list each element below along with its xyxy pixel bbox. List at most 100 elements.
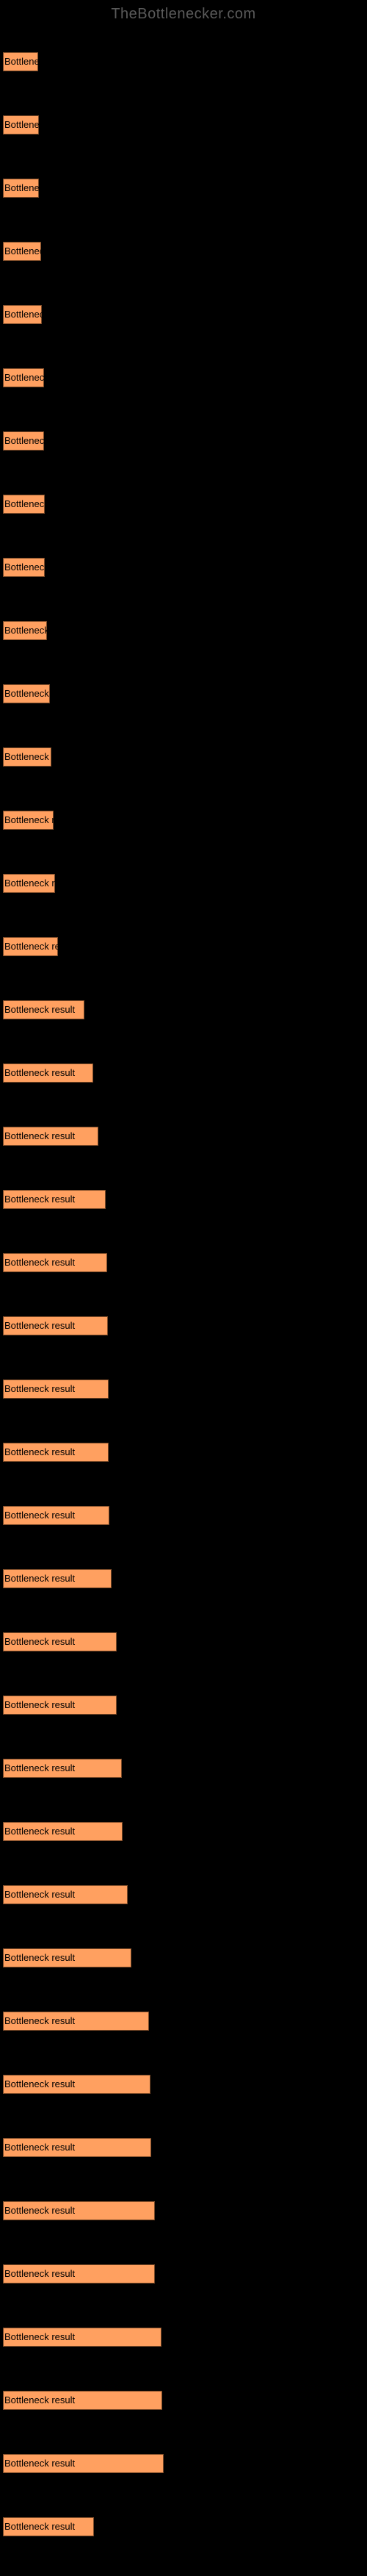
bar-text: Bottleneck result	[3, 1759, 122, 1778]
bar-text: Bottleneck result	[3, 811, 54, 830]
value-label: 28.9	[110, 1253, 128, 1272]
row-category-label: AMD Radeon RX 7800 XT	[3, 1613, 116, 1632]
value-label: 25.2	[97, 2517, 115, 2536]
chart-row: AMD Radeon RX 6800Bottleneck result31.5	[3, 1676, 364, 1729]
value-label: 30	[115, 1569, 125, 1588]
bar-text: Bottleneck result	[3, 621, 47, 640]
value-label: 14.4	[58, 874, 76, 893]
value-label: 9.7	[41, 52, 54, 71]
bar-text: Bottleneck result	[3, 368, 44, 387]
value-label: 10	[42, 179, 52, 198]
row-category-label: NVIDIA GeForce RTX 2080 SUPER	[3, 1297, 156, 1316]
value-label: 10	[42, 115, 52, 134]
row-category-label: NVIDIA RTX A6000	[3, 2435, 87, 2454]
value-label: 42	[158, 2201, 168, 2220]
chart-row: NVIDIA GeForce RTX 3070Bottleneck result…	[3, 728, 364, 781]
row-category-label: NVIDIA RTX A4500	[3, 981, 87, 1000]
chart-row: NVIDIA RTX A6000Bottleneck result44.5	[3, 2435, 364, 2488]
bar-text: Bottleneck result	[3, 2264, 155, 2283]
value-label: 40.5	[152, 2012, 170, 2031]
row-category-label: NVIDIA GeForce RTX 3070 Ti	[3, 1740, 131, 1759]
bar-text: Bottleneck result	[3, 558, 45, 577]
row-category-label: NVIDIA RTX A4000	[3, 665, 87, 684]
bar-text: Bottleneck result	[3, 115, 39, 134]
bar-text: Bottleneck result	[3, 1190, 106, 1209]
value-label: 10.8	[45, 305, 63, 324]
bar-text: Bottleneck result	[3, 431, 44, 451]
chart-row: NVIDIA GeForce RTX 4070 SUPERBottleneck …	[3, 96, 364, 149]
row-category-label: NVIDIA GeForce RTX 3090 Ti	[3, 223, 131, 242]
row-category-label: AMD Radeon RX 7900 GRE	[3, 1929, 125, 1948]
value-label: 44.5	[167, 2454, 185, 2473]
chart-row: AMD Radeon PRO W7800Bottleneck result25.…	[3, 2498, 364, 2551]
bar-text: Bottleneck result	[3, 1569, 112, 1588]
chart-row: AMD Radeon RX 7900 XTXBottleneck result1…	[3, 539, 364, 592]
bar-text: Bottleneck result	[3, 1253, 107, 1272]
value-label: 11.4	[47, 431, 65, 451]
chart-row: NVIDIA GeForce RTX 4070Bottleneck result…	[3, 2056, 364, 2109]
value-label: 11.6	[48, 558, 65, 577]
bar-text: Bottleneck result	[3, 1822, 123, 1841]
bar-text: Bottleneck result	[3, 2012, 149, 2031]
chart-row: AMD Radeon RX 7700 XTBottleneck result28…	[3, 1171, 364, 1224]
row-category-label: NVIDIA GeForce RTX 4060 Ti	[3, 792, 131, 811]
chart-row: NVIDIA TITAN RTXBottleneck result29.2	[3, 1360, 364, 1413]
watermark: TheBottlenecker.com	[3, 6, 364, 23]
value-label: 13	[53, 684, 63, 703]
row-category-label: NVIDIA Quadro GV100	[3, 918, 103, 937]
bar-text: Bottleneck result	[3, 52, 38, 71]
chart-row: NVIDIA GeForce RTX 4070 TiBottleneck res…	[3, 33, 364, 86]
chart-row: NVIDIA RTX A5000Bottleneck result34.5	[3, 1866, 364, 1919]
bar-text: Bottleneck result	[3, 1127, 98, 1146]
bar-text: Bottleneck result	[3, 179, 39, 198]
row-category-label: NVIDIA TITAN RTX	[3, 1360, 87, 1380]
bar-text: Bottleneck result	[3, 495, 45, 514]
chart-row: NVIDIA GeForce RTX 3060 TiBottleneck res…	[3, 1424, 364, 1477]
value-label: 42	[158, 2264, 168, 2283]
row-category-label: NVIDIA Quadro RTX 8000	[3, 1803, 116, 1822]
chart-row: AMD Radeon RX 6950 XTBottleneck result44	[3, 2308, 364, 2361]
row-category-label: NVIDIA RTX A5500	[3, 855, 87, 874]
value-label: 29	[111, 1316, 121, 1335]
bar-text: Bottleneck result	[3, 1948, 131, 1967]
chart-row: NVIDIA GeForce RTX 2080 SUPERBottleneck …	[3, 1297, 364, 1350]
value-label: 15.2	[61, 937, 79, 956]
chart-row: AMD Radeon PRO W7700Bottleneck result25	[3, 1044, 364, 1097]
value-label: 28.5	[109, 1190, 127, 1209]
chart-row: NVIDIA GeForce RTX 3080 TiBottleneck res…	[3, 2182, 364, 2235]
value-label: 13.5	[54, 747, 73, 767]
chart-row: NVIDIA GeForce RTX 4070 Ti SUPERBottlene…	[3, 412, 364, 465]
bar-text: Bottleneck result	[3, 2328, 161, 2347]
chart-row: NVIDIA Quadro GV100Bottleneck result15.2	[3, 918, 364, 971]
bar-text: Bottleneck result	[3, 1506, 109, 1525]
chart-row: NVIDIA RTX A5500Bottleneck result14.4	[3, 855, 364, 908]
value-label: 44	[164, 2328, 175, 2347]
chart-row: AMD Radeon RX 7800 XTBottleneck result31…	[3, 1613, 364, 1666]
row-category-label: NVIDIA GeForce RTX 2080	[3, 1108, 121, 1127]
chart-row: NVIDIA Quadro RTX 6000Bottleneck result3…	[3, 1550, 364, 1603]
bar-text: Bottleneck result	[3, 1316, 108, 1335]
value-label: 31.5	[120, 1632, 138, 1651]
row-category-label: NVIDIA GeForce RTX 3070	[3, 728, 121, 747]
bar-text: Bottleneck result	[3, 874, 55, 893]
bar-text: Bottleneck result	[3, 1696, 117, 1715]
bar-text: Bottleneck result	[3, 1063, 93, 1083]
bar-text: Bottleneck result	[3, 242, 41, 261]
row-category-label: NVIDIA TITAN V	[3, 1234, 74, 1253]
chart-row: AMD Radeon RX 7900 GREBottleneck result3…	[3, 1929, 364, 1982]
row-category-label: NVIDIA Quadro RTX 6000	[3, 1550, 116, 1569]
row-category-label: NVIDIA GeForce RTX 3060 Ti	[3, 1424, 131, 1443]
chart-row: NVIDIA TITAN VBottleneck result28.9	[3, 1234, 364, 1287]
value-label: 29.5	[112, 1506, 131, 1525]
value-label: 33.2	[126, 1822, 144, 1841]
chart-row: AMD Radeon RX 7900 XTBottleneck result10	[3, 159, 364, 212]
row-category-label: NVIDIA GeForce RTX 4070 Ti	[3, 33, 131, 52]
chart-row: NVIDIA GeForce RTX 2080 TiBottleneck res…	[3, 1487, 364, 1540]
bar-text: Bottleneck result	[3, 305, 42, 324]
row-category-label: AMD Radeon RX 6800	[3, 1676, 101, 1696]
row-category-label: AMD Radeon RX 6800 XT	[3, 1992, 116, 2012]
row-category-label: NVIDIA RTX 6000 Ada Generation	[3, 286, 150, 305]
bar-text: Bottleneck result	[3, 2454, 164, 2473]
chart-row: NVIDIA GeForce RTX 3070 TiBottleneck res…	[3, 1740, 364, 1793]
value-label: 26.5	[101, 1127, 120, 1146]
